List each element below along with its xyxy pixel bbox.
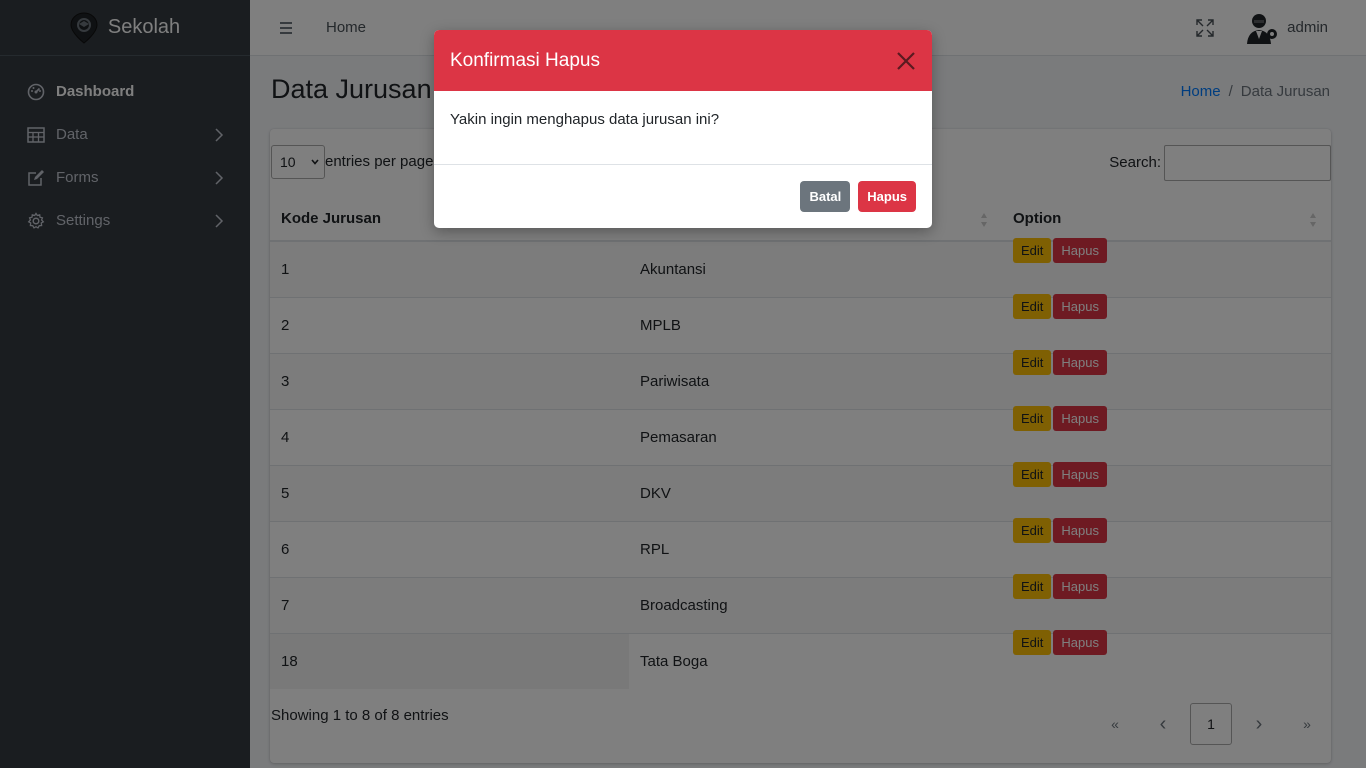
modal-title: Konfirmasi Hapus [450,49,600,71]
modal-header: Konfirmasi Hapus [434,30,932,91]
confirm-delete-button[interactable]: Hapus [858,181,916,212]
modal-footer: Batal Hapus [434,165,932,228]
modal-message: Yakin ingin menghapus data jurusan ini? [450,111,720,128]
close-icon[interactable] [896,51,916,71]
delete-confirm-modal: Konfirmasi Hapus Yakin ingin menghapus d… [434,30,932,228]
modal-body: Yakin ingin menghapus data jurusan ini? [434,91,932,165]
cancel-button[interactable]: Batal [800,181,851,212]
